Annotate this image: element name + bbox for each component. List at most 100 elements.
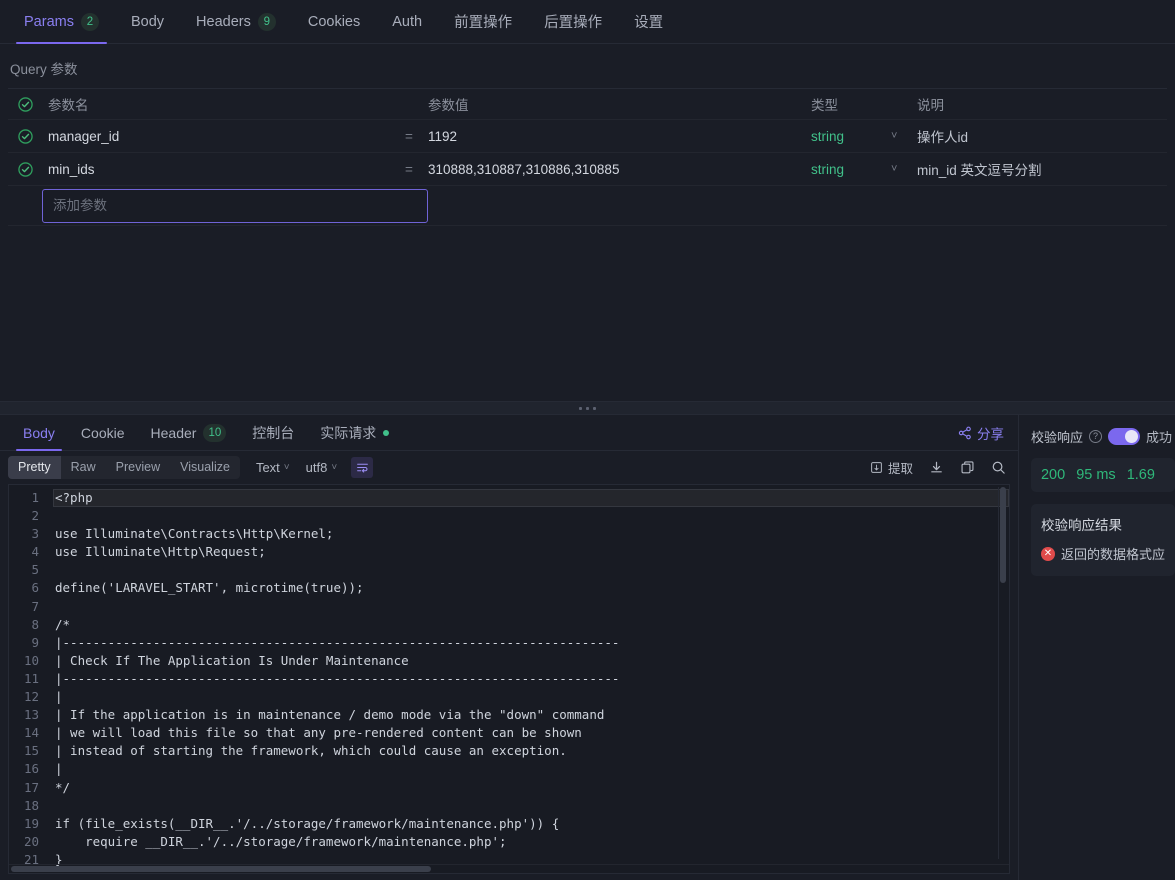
table-row[interactable]: min_ids = 310888,310887,310886,310885 st… [8,153,1167,186]
column-header-value: 参数值 [428,98,469,113]
view-mode-visualize[interactable]: Visualize [170,456,240,479]
response-tab-bar: Body Cookie Header 10 控制台 实际请求 分享 [0,415,1018,451]
view-mode-group: Pretty Raw Preview Visualize [8,456,240,479]
chevron-down-icon[interactable]: ˅ [891,130,917,142]
tab-params[interactable]: Params 2 [8,0,115,44]
code-line: 17 */ [9,779,1009,797]
tab-auth[interactable]: Auth [376,0,438,43]
line-text [53,507,1009,525]
code-line: 16 | [9,760,1009,778]
tab-settings[interactable]: 设置 [618,0,679,43]
scrollbar-thumb[interactable] [999,487,1006,583]
code-line: 3 use Illuminate\Contracts\Http\Kernel; [9,525,1009,543]
resp-tab-body[interactable]: Body [10,415,68,451]
line-number: 15 [23,743,39,759]
param-type-value[interactable]: string [811,162,891,177]
tab-headers[interactable]: Headers 9 [180,0,292,43]
verify-result-title: 校验响应结果 [1040,518,1122,533]
panel-splitter[interactable] [0,401,1175,415]
view-mode-raw[interactable]: Raw [61,456,106,479]
line-number: 16 [23,761,39,777]
resp-tab-header[interactable]: Header 10 [138,415,240,450]
line-text: /* [55,616,71,632]
code-line: 7 [9,598,1009,616]
resp-tab-actual-request[interactable]: 实际请求 [307,415,402,450]
line-number: 9 [31,634,39,650]
response-body-editor[interactable]: 1 <?php 2 3 use Illuminate\Contracts\Http\… [8,484,1010,874]
verify-response-header: 校验响应 ? 成功 [1031,427,1175,446]
line-number: 7 [31,598,39,614]
query-params-table: 参数名 参数值 类型 说明 manager_id = 1192 string ˅… [8,88,1167,226]
line-number: 19 [23,815,39,831]
help-icon[interactable]: ? [1089,430,1102,443]
line-text: | [55,761,63,777]
word-wrap-toggle[interactable] [351,457,374,478]
share-button[interactable]: 分享 [958,415,1004,451]
equals-sign: = [405,161,413,177]
copy-icon[interactable] [960,460,975,475]
chevron-down-icon: ˅ [331,462,338,473]
line-text: | instead of starting the framework, whi… [55,743,567,759]
encoding-select-value: utf8 [305,460,328,475]
resp-tab-cookie[interactable]: Cookie [68,415,138,450]
param-value-field[interactable]: 1192 [426,129,811,144]
error-icon: ✕ [1040,546,1055,561]
scrollbar-thumb[interactable] [11,866,431,872]
tab-post-operation[interactable]: 后置操作 [528,0,618,43]
code-lines: 1 <?php 2 3 use Illuminate\Contracts\Http\… [9,485,1009,873]
add-param-row [8,186,1167,226]
resp-tab-actual-request-label: 实际请求 [320,424,377,441]
tab-pre-operation[interactable]: 前置操作 [438,0,528,43]
resp-tab-header-label: Header [150,424,197,441]
line-text: */ [55,779,71,795]
editor-horizontal-scrollbar[interactable] [9,864,1009,873]
line-text: |---------------------------------------… [55,670,620,686]
search-icon[interactable] [991,460,1006,475]
line-number: 4 [31,544,39,560]
equals-sign: = [405,128,413,144]
param-value-field[interactable]: 310888,310887,310886,310885 [426,162,811,177]
editor-vertical-scrollbar[interactable] [997,487,1007,859]
column-header-desc: 说明 [917,98,944,113]
encoding-select[interactable]: utf8 ˅ [306,460,338,475]
view-mode-pretty[interactable]: Pretty [8,456,61,479]
line-number: 12 [23,689,39,705]
table-row[interactable]: manager_id = 1192 string ˅ 操作人id [8,120,1167,153]
param-type-value[interactable]: string [811,129,891,144]
modified-dot-icon [383,429,390,436]
extract-button[interactable]: 提取 [870,458,913,477]
code-line: 20 require __DIR__.'/../storage/framewor… [9,833,1009,851]
table-header-row: 参数名 参数值 类型 说明 [8,89,1167,120]
param-desc-field[interactable]: min_id 英文逗号分割 [917,159,1167,179]
line-text [53,561,1009,579]
line-text [53,598,1009,616]
response-size: 1.69 [1126,467,1155,483]
verify-response-toggle[interactable] [1108,428,1140,445]
format-select[interactable]: Text ˅ [256,460,290,475]
chevron-down-icon[interactable]: ˅ [891,163,917,175]
tab-cookies[interactable]: Cookies [292,0,376,43]
verify-result-message-row: ✕ 返回的数据格式应 [1040,544,1165,563]
select-all-checkbox[interactable] [8,96,42,112]
word-wrap-icon [356,463,368,473]
tab-pre-operation-label: 前置操作 [454,15,513,31]
resp-tab-console-label: 控制台 [252,424,295,441]
code-line: 6 define('LARAVEL_START', microtime(true)… [9,579,1009,597]
code-line: 9 |--------------------------------------… [9,634,1009,652]
row-checkbox[interactable] [8,128,42,144]
line-text: <?php [53,489,1009,508]
view-mode-preview[interactable]: Preview [106,456,170,479]
download-icon[interactable] [929,460,944,475]
line-text: use Illuminate\Http\Request; [55,544,266,560]
line-number: 8 [31,616,39,632]
tab-body[interactable]: Body [115,0,180,43]
param-name-field[interactable]: min_ids [42,162,392,177]
resp-tab-console[interactable]: 控制台 [239,415,307,450]
param-desc-field[interactable]: 操作人id [917,126,1167,146]
row-checkbox[interactable] [8,161,42,177]
add-param-input[interactable] [42,188,428,223]
line-text: |---------------------------------------… [55,634,620,650]
param-name-field[interactable]: manager_id [42,129,392,144]
share-icon [958,426,971,440]
code-line: 1 <?php [9,489,1009,508]
